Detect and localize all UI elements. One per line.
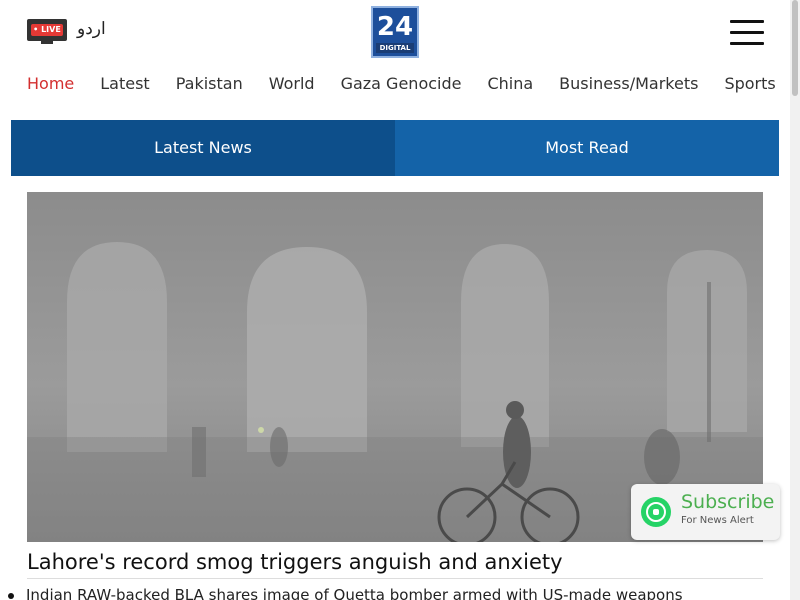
live-tv-button[interactable]: • LIVE <box>27 19 67 45</box>
site-header: • LIVE اردو 24 DIGITAL <box>0 0 790 64</box>
nav-item-latest[interactable]: Latest <box>100 72 149 96</box>
logo-text: DIGITAL <box>376 43 414 53</box>
nav-item-business-markets[interactable]: Business/Markets <box>559 72 698 96</box>
tab-latest-news[interactable]: Latest News <box>11 120 395 176</box>
tab-most-read[interactable]: Most Read <box>395 120 779 176</box>
live-badge: • LIVE <box>31 24 63 36</box>
list-item[interactable]: Indian RAW-backed BLA shares image of Qu… <box>8 586 778 600</box>
main-navigation: Home Latest Pakistan World Gaza Genocide Chin… <box>27 72 790 98</box>
vertical-scrollbar[interactable] <box>790 0 800 600</box>
subscribe-title: Subscribe <box>681 491 775 513</box>
list-item-text[interactable]: Indian RAW-backed BLA shares image of Qu… <box>26 586 683 600</box>
site-logo[interactable]: 24 DIGITAL <box>371 6 419 58</box>
scrollbar-thumb[interactable] <box>792 0 798 96</box>
nav-item-sports[interactable]: Sports <box>724 72 775 96</box>
nav-item-pakistan[interactable]: Pakistan <box>176 72 243 96</box>
subscribe-widget[interactable]: Subscribe For News Alert <box>631 484 780 540</box>
whatsapp-icon <box>641 497 671 527</box>
nav-item-world[interactable]: World <box>269 72 315 96</box>
subscribe-subtitle: For News Alert <box>681 515 754 526</box>
divider <box>27 578 763 579</box>
logo-number: 24 <box>376 12 414 42</box>
urdu-language-link[interactable]: اردو <box>77 19 106 39</box>
menu-icon[interactable] <box>730 20 764 46</box>
nav-item-china[interactable]: China <box>487 72 533 96</box>
nav-item-home[interactable]: Home <box>27 72 74 96</box>
hero-headline[interactable]: Lahore's record smog triggers anguish an… <box>27 550 763 574</box>
nav-item-gaza-genocide[interactable]: Gaza Genocide <box>341 72 462 96</box>
bullet-icon <box>8 592 14 599</box>
news-tabs: Latest News Most Read <box>11 120 779 176</box>
